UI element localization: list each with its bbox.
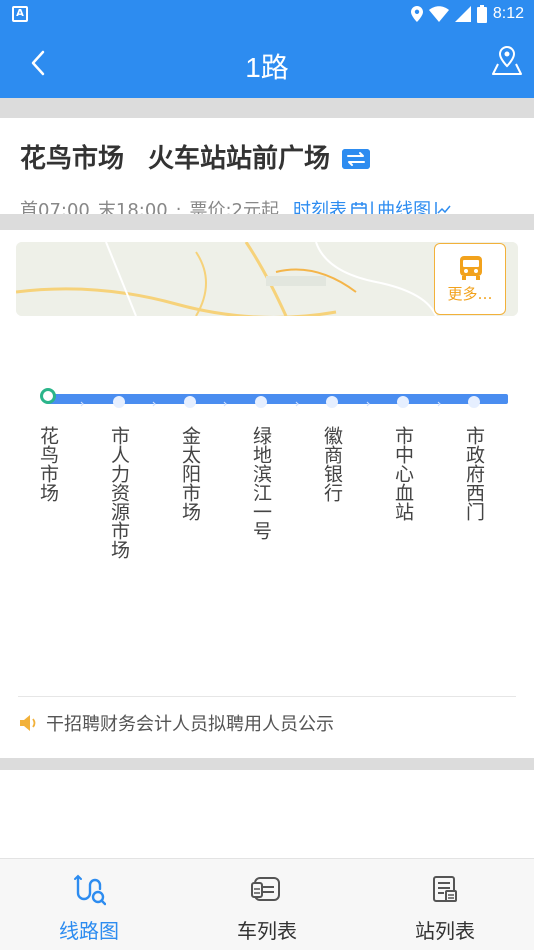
station-name[interactable]: 市政府西门	[463, 426, 485, 521]
map-more-label: 更多…	[447, 285, 493, 303]
station-dot-start[interactable]	[40, 388, 56, 404]
bus-icon	[460, 256, 482, 280]
wifi-icon	[428, 6, 449, 22]
tab-label: 线路图	[59, 919, 119, 943]
route-map-icon	[74, 874, 106, 906]
bottom-tab-bar: 线路图 车列表 站列表	[0, 858, 534, 950]
station-name[interactable]: 市中心血站	[392, 426, 414, 521]
signal-icon	[454, 6, 471, 22]
station-dot[interactable]	[326, 396, 338, 408]
notification-icon: A	[12, 6, 28, 22]
page-title: 1路	[245, 52, 289, 83]
map-more-button[interactable]: 更多…	[434, 243, 506, 315]
tab-label: 车列表	[237, 919, 297, 943]
tab-route-map[interactable]: 线路图	[0, 859, 178, 950]
location-icon	[410, 6, 423, 22]
battery-icon	[476, 5, 487, 23]
route-end: 火车站站前广场	[148, 144, 331, 174]
bus-list-icon	[251, 877, 280, 901]
station-dot[interactable]	[468, 396, 480, 408]
station-name[interactable]: 金太阳市场	[179, 426, 201, 521]
section-gap	[0, 758, 534, 770]
map-location-icon[interactable]	[490, 44, 524, 78]
route-header: 花鸟市场 火车站站前广场 首07:00 末18:00 · 票价:2元起 时刻表 …	[0, 118, 534, 221]
notice-text: 干招聘财务会计人员拟聘用人员公示	[46, 714, 334, 735]
station-name[interactable]: 花鸟市场	[37, 426, 59, 502]
divider	[18, 696, 516, 697]
tab-bus-list[interactable]: 车列表	[178, 859, 356, 950]
status-icons: 8:12	[410, 3, 524, 25]
station-dot[interactable]	[113, 396, 125, 408]
section-gap	[0, 98, 534, 118]
swap-direction-icon[interactable]	[342, 148, 371, 169]
station-dot[interactable]	[397, 396, 409, 408]
station-dot[interactable]	[255, 396, 267, 408]
notice-bar[interactable]: 干招聘财务会计人员拟聘用人员公示	[18, 710, 334, 736]
speaker-icon	[20, 715, 36, 731]
tab-label: 站列表	[415, 919, 475, 943]
route-start: 花鸟市场	[20, 144, 125, 174]
route-map-preview[interactable]: 更多…	[16, 242, 518, 316]
station-dot[interactable]	[184, 396, 196, 408]
route-card: 更多… 花鸟市场 市人力资源市场 金太阳市场 绿地滨江一号 徽商银行 市中心血站…	[0, 230, 534, 758]
station-name[interactable]: 徽商银行	[321, 426, 343, 502]
nav-bar: 1路	[0, 28, 534, 98]
status-time: 8:12	[492, 5, 524, 22]
route-terminals: 花鸟市场 火车站站前广场	[20, 138, 371, 175]
tab-station-list[interactable]: 站列表	[356, 859, 534, 950]
station-list-icon	[433, 876, 457, 902]
station-name[interactable]: 市人力资源市场	[108, 426, 130, 559]
section-gap	[0, 214, 534, 230]
status-bar: A 8:12	[0, 0, 534, 28]
station-name[interactable]: 绿地滨江一号	[250, 426, 272, 540]
